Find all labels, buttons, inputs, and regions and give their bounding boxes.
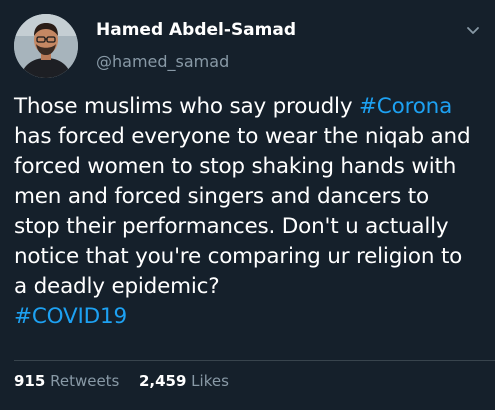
tweet-text-line: a deadly epidemic?	[14, 272, 484, 302]
tweet-stats: 915 Retweets 2,459 Likes	[14, 372, 229, 390]
divider	[14, 360, 495, 361]
tweet-text-line: notice that you're comparing ur religion…	[14, 242, 484, 272]
tweet-text-line: stop their performances. Don't u actuall…	[14, 212, 484, 242]
hashtag-link[interactable]: #Corona	[359, 94, 452, 119]
likes-stat[interactable]: 2,459 Likes	[139, 372, 229, 390]
hashtag-link[interactable]: #COVID19	[14, 304, 127, 329]
tweet-text-line: Those muslims who say proudly #Corona	[14, 92, 484, 122]
tweet-text: Those muslims who say proudly #Corona has…	[14, 92, 484, 332]
tweet-text-line: #COVID19	[14, 302, 484, 332]
tweet-text-line: men and forced singers and dancers to	[14, 182, 484, 212]
likes-label: Likes	[191, 372, 229, 390]
retweets-count: 915	[14, 372, 46, 390]
retweets-stat[interactable]: 915 Retweets	[14, 372, 124, 390]
author-name[interactable]: Hamed Abdel-Samad	[96, 20, 296, 40]
tweet-card: Hamed Abdel-Samad @hamed_samad Those mus…	[0, 0, 495, 410]
tweet-text-line: has forced everyone to wear the niqab an…	[14, 122, 484, 152]
tweet-text-segment: men and forced singers and dancers to	[14, 184, 429, 209]
retweets-label: Retweets	[50, 372, 120, 390]
tweet-text-segment: forced women to stop shaking hands with	[14, 154, 457, 179]
profile-photo	[14, 14, 78, 78]
tweet-text-line: forced women to stop shaking hands with	[14, 152, 484, 182]
chevron-down-icon[interactable]	[465, 22, 481, 38]
tweet-text-segment: has forced everyone to wear the niqab an…	[14, 124, 471, 149]
likes-count: 2,459	[138, 372, 187, 390]
tweet-text-segment: stop their performances. Don't u actuall…	[14, 214, 449, 239]
avatar[interactable]	[14, 14, 78, 78]
tweet-text-segment: notice that you're comparing ur religion…	[14, 244, 463, 269]
tweet-text-segment: Those muslims who say proudly	[14, 94, 359, 119]
tweet-text-segment: a deadly epidemic?	[14, 274, 220, 299]
author-handle[interactable]: @hamed_samad	[96, 52, 229, 71]
